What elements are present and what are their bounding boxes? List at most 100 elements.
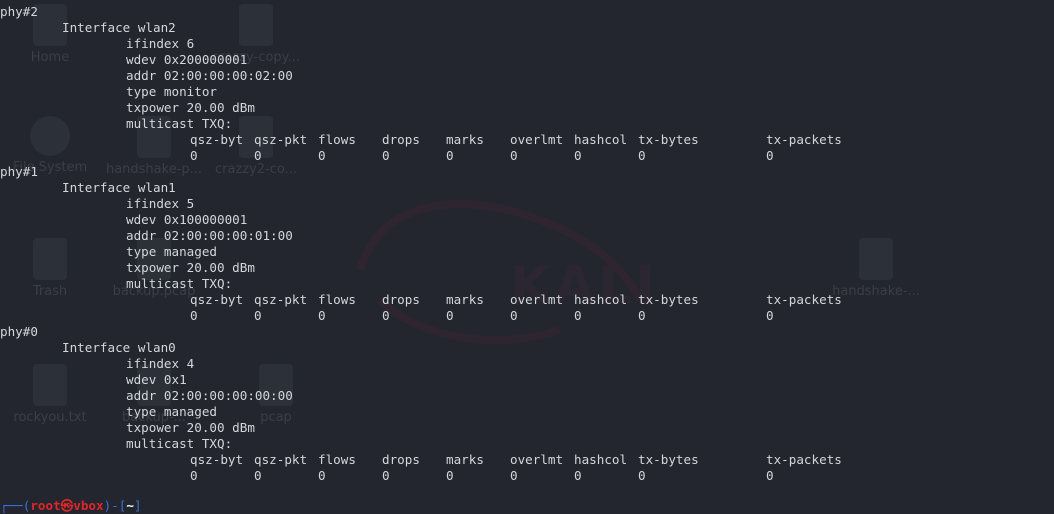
txq-column-header: qsz-pkt [254, 452, 308, 467]
phy-label: phy#2 [0, 4, 38, 19]
type-line: type managed [0, 244, 1054, 260]
txq-column-value: 0 [254, 308, 262, 323]
txq-value-row: 0 0 0 0 0 0 0 0 0 [0, 308, 1054, 324]
txq-column-value: 0 [382, 148, 390, 163]
txq-column-value: 0 [318, 468, 326, 483]
txq-column-value: 0 [446, 308, 454, 323]
txq-column-header: qsz-byt [190, 132, 244, 147]
txq-column-value: 0 [318, 148, 326, 163]
txq-column-header: qsz-byt [190, 292, 244, 307]
txq-column-header: flows [318, 132, 356, 147]
txq-column-value: 0 [638, 148, 646, 163]
wdev-value: wdev 0x200000001 [126, 52, 248, 67]
ifindex-value: ifindex 5 [126, 196, 195, 211]
txq-column-header: qsz-pkt [254, 292, 308, 307]
txpower-line: txpower 20.00 dBm [0, 260, 1054, 276]
txq-column-header: tx-packets [766, 292, 842, 307]
txq-column-value: 0 [254, 148, 262, 163]
phy-label: phy#0 [0, 324, 38, 339]
txq-column-value: 0 [254, 468, 262, 483]
txq-column-value: 0 [510, 148, 518, 163]
addr-line: addr 02:00:00:00:01:00 [0, 228, 1054, 244]
interface-line: Interface wlan2 [0, 20, 1054, 36]
multicast-value: multicast TXQ: [126, 276, 233, 291]
txq-column-value: 0 [382, 468, 390, 483]
txq-column-header: qsz-byt [190, 452, 244, 467]
prompt-path: ~ [126, 498, 134, 513]
txq-column-value: 0 [766, 148, 774, 163]
txq-column-header: hashcol [574, 452, 628, 467]
txq-column-value: 0 [318, 308, 326, 323]
txq-column-header: overlmt [510, 132, 564, 147]
txq-header-row: qsz-byt qsz-pkt flows drops marks overlmt hash… [0, 132, 1054, 148]
wdev-value: wdev 0x1 [126, 372, 187, 387]
interface-name: Interface wlan0 [62, 340, 176, 355]
wdev-line: wdev 0x200000001 [0, 52, 1054, 68]
interface-line: Interface wlan1 [0, 180, 1054, 196]
txpower-line: txpower 20.00 dBm [0, 420, 1054, 436]
multicast-value: multicast TXQ: [126, 116, 233, 131]
txq-column-value: 0 [382, 308, 390, 323]
addr-value: addr 02:00:00:00:02:00 [126, 68, 293, 83]
txq-value-row: 0 0 0 0 0 0 0 0 0 [0, 468, 1054, 484]
txq-column-header: overlmt [510, 452, 564, 467]
txq-column-value: 0 [510, 308, 518, 323]
txq-column-value: 0 [446, 468, 454, 483]
txq-column-header: flows [318, 452, 356, 467]
addr-line: addr 02:00:00:00:00:00 [0, 388, 1054, 404]
wdev-line: wdev 0x1 [0, 372, 1054, 388]
ifindex-value: ifindex 4 [126, 356, 195, 371]
txq-column-header: overlmt [510, 292, 564, 307]
addr-value: addr 02:00:00:00:01:00 [126, 228, 293, 243]
txq-column-value: 0 [190, 308, 198, 323]
txq-column-value: 0 [510, 468, 518, 483]
txq-column-header: drops [382, 132, 420, 147]
txq-column-header: flows [318, 292, 356, 307]
ifindex-value: ifindex 6 [126, 36, 195, 51]
wdev-value: wdev 0x100000001 [126, 212, 248, 227]
txq-header-row: qsz-byt qsz-pkt flows drops marks overlmt hash… [0, 292, 1054, 308]
prompt-user-host: root㉿vbox [30, 498, 104, 513]
phy-header-line: phy#2 [0, 4, 1054, 20]
addr-line: addr 02:00:00:00:02:00 [0, 68, 1054, 84]
phy-header-line: phy#1 [0, 164, 1054, 180]
type-line: type managed [0, 404, 1054, 420]
txq-column-header: marks [446, 292, 484, 307]
txq-column-header: drops [382, 292, 420, 307]
txq-column-value: 0 [190, 148, 198, 163]
terminal-output[interactable]: phy#2 Interface wlan2 ifindex 6 wdev 0x2000… [0, 0, 1054, 513]
txq-column-value: 0 [638, 468, 646, 483]
addr-value: addr 02:00:00:00:00:00 [126, 388, 293, 403]
txpower-value: txpower 20.00 dBm [126, 420, 255, 435]
txq-column-header: hashcol [574, 292, 628, 307]
ifindex-line: ifindex 6 [0, 36, 1054, 52]
txq-column-value: 0 [190, 468, 198, 483]
txq-header-row: qsz-byt qsz-pkt flows drops marks overlmt hash… [0, 452, 1054, 468]
txpower-line: txpower 20.00 dBm [0, 100, 1054, 116]
type-line: type monitor [0, 84, 1054, 100]
wdev-line: wdev 0x100000001 [0, 212, 1054, 228]
phy-header-line: phy#0 [0, 324, 1054, 340]
phy-label: phy#1 [0, 164, 38, 179]
txq-column-header: drops [382, 452, 420, 467]
ifindex-line: ifindex 5 [0, 196, 1054, 212]
txq-column-value: 0 [766, 468, 774, 483]
multicast-value: multicast TXQ: [126, 436, 233, 451]
txq-column-value: 0 [766, 308, 774, 323]
type-value: type managed [126, 244, 217, 259]
interface-name: Interface wlan1 [62, 180, 176, 195]
multicast-line: multicast TXQ: [0, 436, 1054, 452]
txq-column-value: 0 [446, 148, 454, 163]
txq-column-value: 0 [638, 308, 646, 323]
txq-column-value: 0 [574, 468, 582, 483]
type-value: type monitor [126, 84, 217, 99]
txq-column-header: tx-packets [766, 452, 842, 467]
txq-column-header: qsz-pkt [254, 132, 308, 147]
interface-name: Interface wlan2 [62, 20, 176, 35]
prompt-close: )-[ [103, 498, 127, 513]
txpower-value: txpower 20.00 dBm [126, 260, 255, 275]
txpower-value: txpower 20.00 dBm [126, 100, 255, 115]
txq-column-header: hashcol [574, 132, 628, 147]
txq-column-value: 0 [574, 308, 582, 323]
txq-column-header: marks [446, 132, 484, 147]
